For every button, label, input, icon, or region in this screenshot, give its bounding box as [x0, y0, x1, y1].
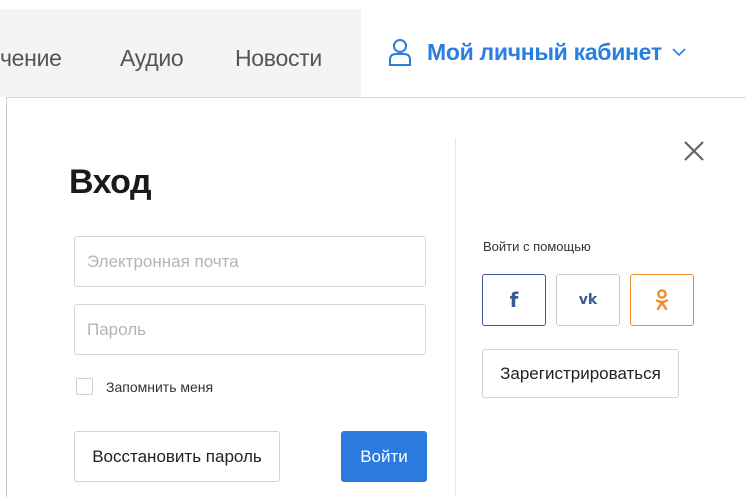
facebook-icon: f: [509, 288, 519, 312]
login-title: Вход: [69, 163, 152, 201]
login-button[interactable]: Войти: [341, 431, 427, 482]
column-divider: [455, 138, 456, 497]
nav-item-partial[interactable]: чение: [0, 45, 62, 72]
register-button[interactable]: Зарегистрироваться: [482, 349, 679, 398]
vk-button[interactable]: vk: [556, 274, 620, 326]
odnoklassniki-button[interactable]: [630, 274, 694, 326]
facebook-button[interactable]: f: [482, 274, 546, 326]
email-field[interactable]: [74, 236, 426, 287]
my-account-menu[interactable]: Мой личный кабинет: [388, 38, 686, 66]
login-modal: Вход Запомнить меня Восстановить пароль …: [6, 97, 746, 497]
restore-password-button[interactable]: Восстановить пароль: [74, 431, 280, 482]
nav-menu: чение Аудио Новости: [0, 9, 361, 97]
email-input[interactable]: [75, 237, 425, 286]
user-icon: [389, 39, 411, 66]
vk-icon: vk: [578, 292, 598, 308]
password-input[interactable]: [75, 305, 425, 354]
remember-me[interactable]: Запомнить меня: [76, 378, 213, 395]
chevron-down-icon: [672, 48, 686, 57]
remember-label: Запомнить меня: [106, 378, 214, 395]
odnoklassniki-icon: [655, 289, 669, 311]
top-navigation: чение Аудио Новости Мой личный кабинет: [0, 0, 746, 97]
password-field[interactable]: [74, 304, 426, 355]
account-area: Мой личный кабинет: [370, 14, 746, 97]
social-login-title: Войти с помощью: [483, 239, 591, 254]
nav-item-news[interactable]: Новости: [235, 45, 322, 72]
remember-checkbox[interactable]: [76, 378, 93, 395]
my-account-label: Мой личный кабинет: [427, 38, 662, 65]
nav-item-audio[interactable]: Аудио: [120, 45, 184, 72]
close-icon[interactable]: [682, 139, 706, 163]
